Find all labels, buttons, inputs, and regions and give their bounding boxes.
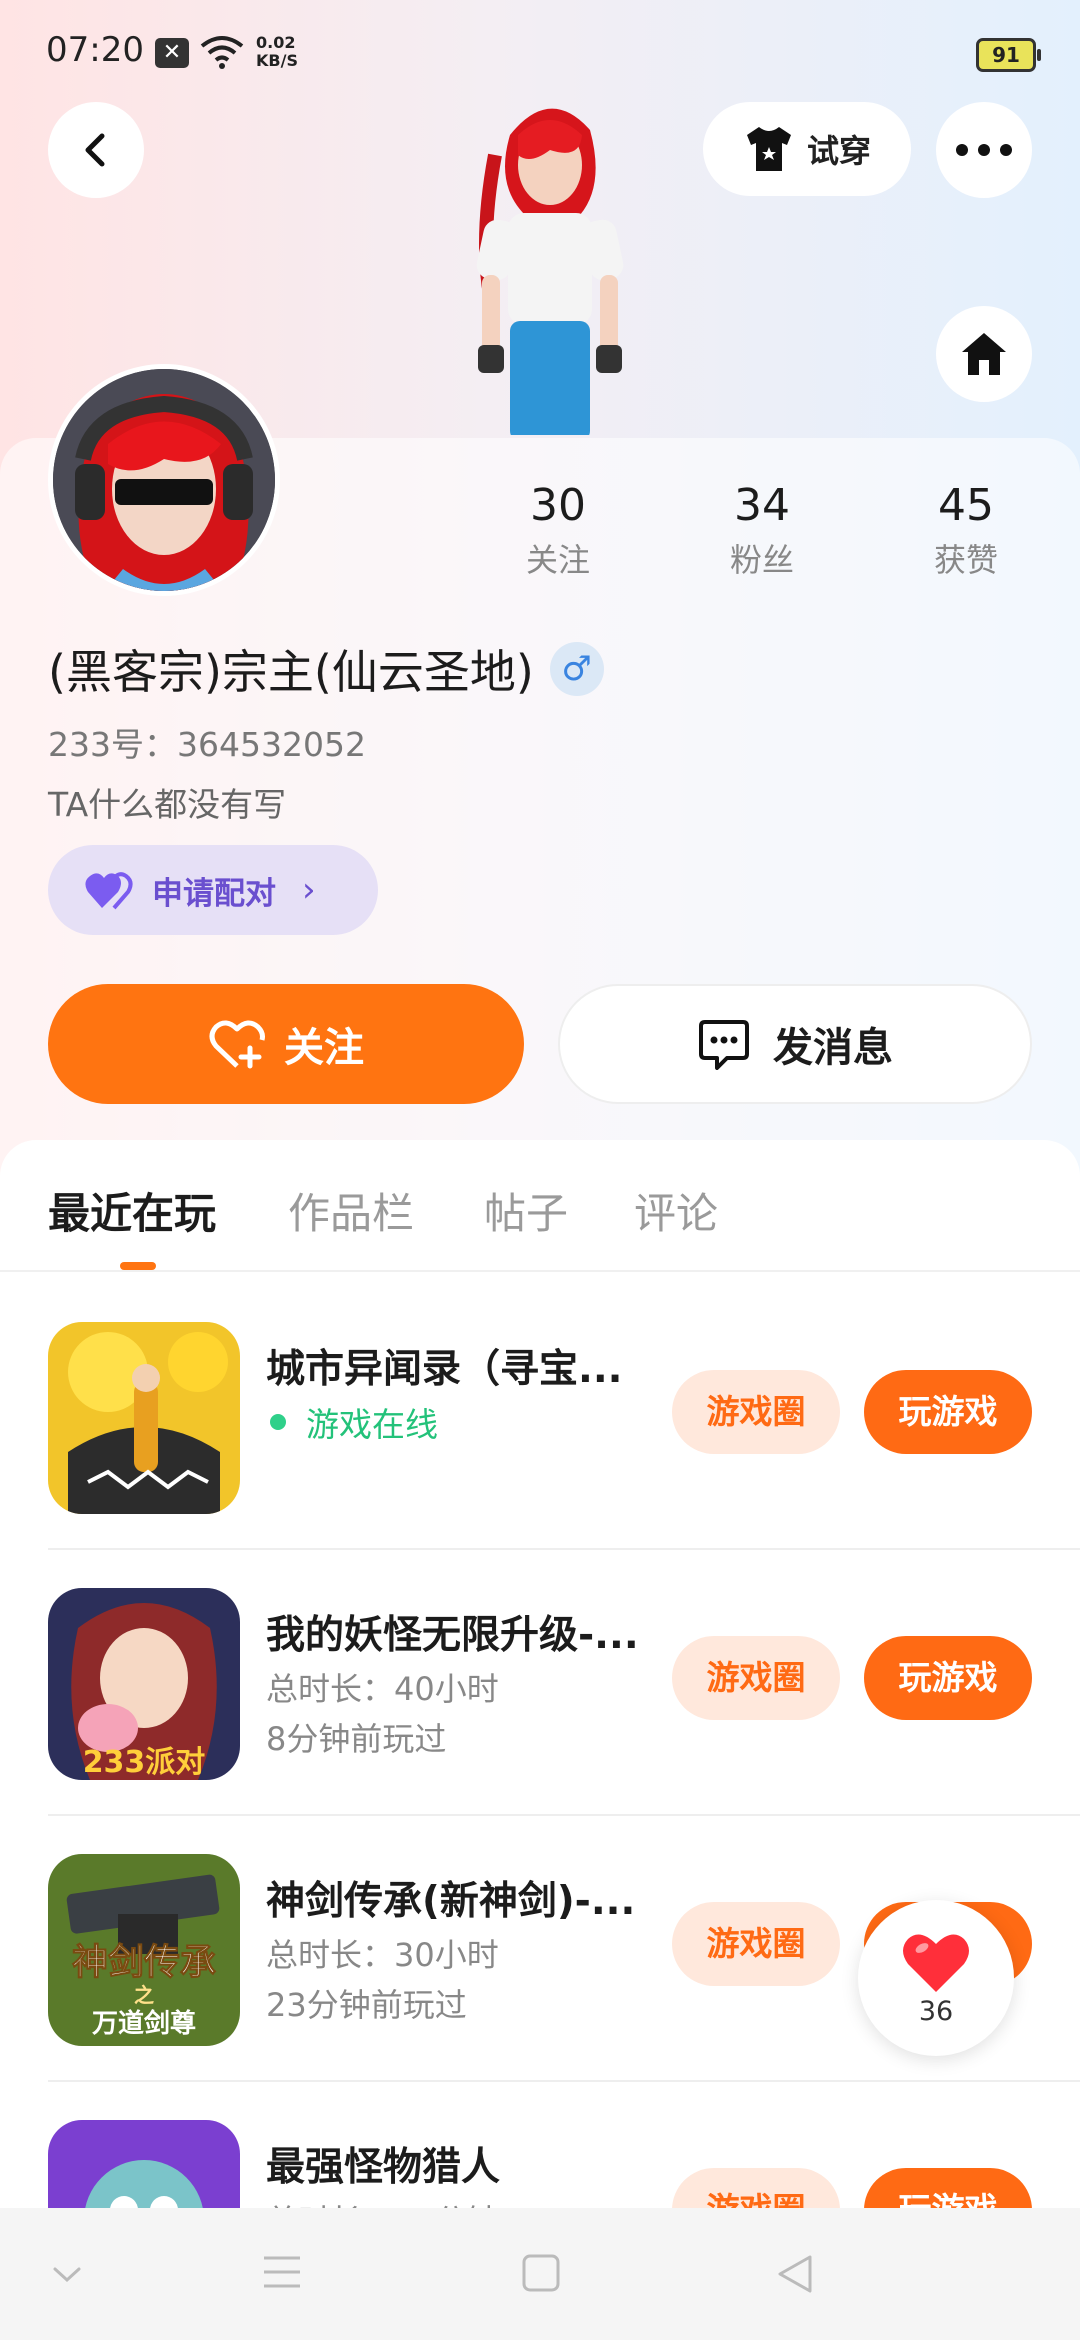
follow-label: 关注 — [284, 1025, 364, 1071]
tab-recently-played[interactable]: 最近在玩 — [48, 1180, 216, 1241]
game-circle-button[interactable]: 游戏圈 — [672, 1636, 840, 1720]
avatar-character-illustration — [476, 108, 624, 435]
menu-icon[interactable] — [262, 2254, 302, 2290]
request-pair-button[interactable]: 申请配对 › — [48, 845, 378, 935]
avatar-image — [53, 369, 275, 591]
game-icon-monster: 233派对 — [48, 1588, 240, 1780]
online-status: 游戏在线 — [266, 1398, 438, 1446]
game-duration: 总时长：40小时 — [266, 1670, 499, 1708]
game-thumb-subtitle: 万道剑尊 — [92, 2008, 196, 2039]
heart-icon — [903, 1934, 969, 1992]
heart-pair-icon — [85, 872, 133, 910]
game-thumb-text: 233派对 — [83, 1745, 206, 1780]
home-square-icon[interactable] — [522, 2254, 560, 2292]
stat-followers-label: 粉丝 — [729, 541, 794, 579]
stat-likes-label: 获赞 — [933, 541, 998, 579]
try-on-button[interactable]: 试穿 — [703, 102, 911, 196]
game-row[interactable]: 233派对 我的妖怪无限升级-... 总时长：40小时 8分钟前玩过 游戏圈 玩… — [0, 1538, 1080, 1804]
play-game-button[interactable]: 玩游戏 — [864, 1636, 1032, 1720]
user-id: 233号：364532052 — [48, 725, 366, 764]
stat-following[interactable]: 30 关注 — [478, 480, 638, 581]
home-icon — [962, 333, 1006, 375]
like-count: 36 — [918, 1995, 954, 2027]
game-thumbnail[interactable]: 233派对 — [48, 1588, 240, 1780]
tab-posts[interactable]: 帖子 — [484, 1180, 568, 1241]
game-duration: 总时长：30小时 — [266, 1936, 499, 1974]
male-gender-icon: ♂ — [549, 642, 604, 696]
game-title: 神剑传承(新神剑)-... — [266, 1879, 636, 1924]
game-last-played: 8分钟前玩过 — [266, 1720, 447, 1758]
game-thumbnail[interactable]: 神剑传承 之 万道剑尊 — [48, 1854, 240, 2046]
heart-plus-icon — [209, 1020, 265, 1069]
avatar[interactable] — [48, 364, 280, 596]
play-game-button[interactable]: 玩游戏 — [864, 1370, 1032, 1454]
send-message-label: 发消息 — [773, 1025, 893, 1071]
tab-comments[interactable]: 评论 — [634, 1180, 718, 1241]
wifi-icon — [200, 36, 244, 69]
stat-following-label: 关注 — [525, 541, 590, 579]
active-tab-indicator — [120, 1262, 156, 1270]
request-pair-label: 申请配对 — [152, 875, 276, 912]
username: (黑客宗)宗主(仙云圣地) — [48, 645, 534, 699]
stat-likes[interactable]: 45 获赞 — [886, 480, 1046, 581]
profile-tabs: 最近在玩 作品栏 帖子 评论 — [0, 1150, 1080, 1272]
stat-following-value: 30 — [530, 480, 586, 531]
game-thumb-subtext: 之 — [134, 1983, 154, 2007]
status-time: 07:20 — [46, 30, 144, 70]
online-dot-icon — [270, 1414, 286, 1430]
network-speed-unit: KB/S — [256, 51, 298, 70]
back-triangle-icon[interactable] — [776, 2254, 814, 2294]
system-navigation-bar — [0, 2208, 1080, 2340]
game-title: 最强怪物猎人 — [266, 2145, 501, 2190]
game-thumb-text: 神剑传承 — [72, 1941, 216, 1983]
tab-works[interactable]: 作品栏 — [288, 1180, 414, 1241]
user-bio: TA什么都没有写 — [48, 785, 287, 824]
chevron-left-icon — [85, 133, 105, 167]
stat-followers[interactable]: 34 粉丝 — [682, 480, 842, 581]
game-thumbnail[interactable] — [48, 1322, 240, 1514]
game-last-played: 23分钟前玩过 — [266, 1986, 467, 2024]
chat-bubble-icon — [699, 1020, 749, 1070]
notification-icon: ✕ — [155, 38, 189, 68]
game-circle-button[interactable]: 游戏圈 — [672, 1902, 840, 1986]
game-icon-sword: 神剑传承 之 万道剑尊 — [48, 1854, 240, 2046]
game-title: 城市异闻录（寻宝... — [266, 1347, 623, 1392]
game-title: 我的妖怪无限升级-... — [266, 1613, 639, 1658]
try-on-label: 试穿 — [806, 132, 871, 170]
send-message-button[interactable]: 发消息 — [558, 984, 1032, 1104]
more-options-button[interactable] — [936, 102, 1032, 198]
status-bar: 07:20 ✕ 0.02 KB/S 91 — [0, 0, 1080, 110]
game-icon-city — [48, 1322, 240, 1514]
game-row[interactable]: 城市异闻录（寻宝... 游戏在线 游戏圈 玩游戏 — [0, 1272, 1080, 1538]
game-circle-button[interactable]: 游戏圈 — [672, 1370, 840, 1454]
more-dots-icon — [956, 144, 1012, 156]
online-status-label: 游戏在线 — [306, 1405, 438, 1444]
stat-followers-value: 34 — [734, 480, 790, 531]
battery-indicator: 91 — [976, 38, 1041, 72]
follow-button[interactable]: 关注 — [48, 984, 524, 1104]
tshirt-icon — [746, 127, 791, 171]
chevron-down-icon[interactable] — [52, 2266, 82, 2284]
stat-likes-value: 45 — [938, 480, 994, 531]
floating-like-button[interactable]: 36 — [858, 1900, 1014, 2056]
network-speed-value: 0.02 — [256, 33, 296, 52]
chevron-right-icon: › — [302, 870, 316, 910]
home-button[interactable] — [936, 306, 1032, 402]
network-speed: 0.02 KB/S — [256, 34, 298, 70]
username-row: (黑客宗)宗主(仙云圣地) ♂ — [48, 636, 604, 702]
back-button[interactable] — [48, 102, 144, 198]
